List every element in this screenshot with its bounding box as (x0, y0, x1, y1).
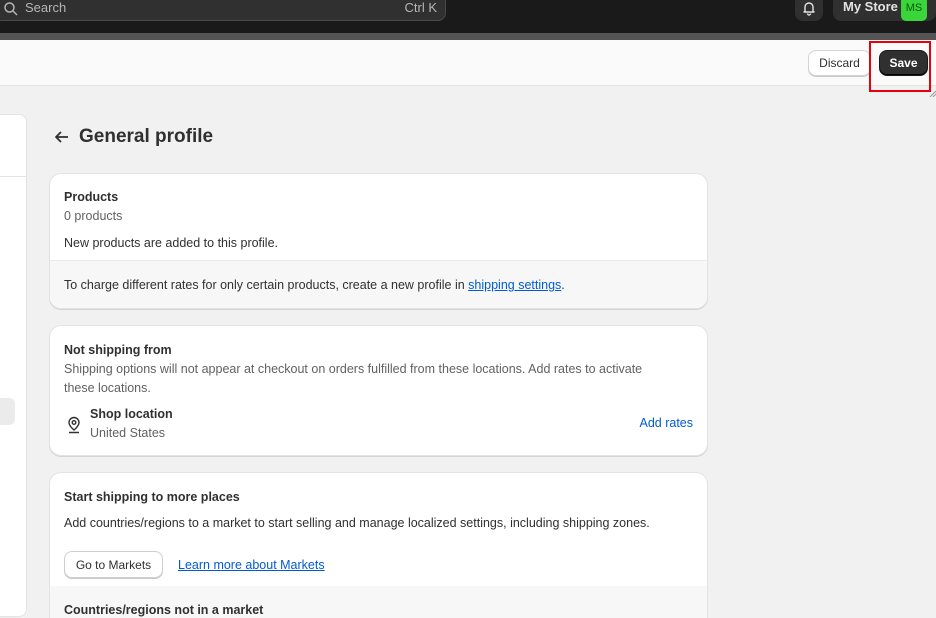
products-footer-prefix: To charge different rates for only certa… (64, 278, 469, 292)
markets-card: Start shipping to more places Add countr… (49, 472, 708, 618)
products-heading: Products (64, 190, 119, 204)
avatar: MS (901, 0, 927, 21)
products-card-footer: To charge different rates for only certa… (50, 260, 707, 308)
store-name: My Store (843, 0, 898, 14)
products-footer-suffix: . (561, 278, 565, 292)
not-shipping-from-card: Not shipping from Shipping options will … (49, 325, 708, 456)
not-shipping-description-2: these locations. (64, 381, 151, 395)
search-shortcut: Ctrl K (404, 0, 438, 15)
header-strip (0, 33, 936, 40)
add-rates-link[interactable]: Add rates (639, 416, 693, 430)
discard-button[interactable]: Discard (808, 50, 871, 76)
search-icon (4, 2, 18, 16)
sidebar-divider (0, 176, 27, 177)
bell-icon (803, 2, 815, 16)
top-bar: Search Ctrl K My Store MS (0, 0, 936, 33)
sidebar-item-selected[interactable] (0, 398, 15, 425)
search-placeholder: Search (25, 0, 67, 15)
products-card: Products 0 products New products are add… (49, 173, 708, 309)
markets-description: Add countries/regions to a market to sta… (64, 516, 650, 530)
notifications-button[interactable] (795, 0, 823, 21)
countries-not-in-market-heading: Countries/regions not in a market (64, 603, 264, 617)
page-title: General profile (79, 126, 214, 147)
products-count: 0 products (64, 209, 123, 223)
products-note: New products are added to this profile. (64, 236, 279, 250)
learn-more-markets-link[interactable]: Learn more about Markets (178, 558, 325, 572)
contextual-save-bar: Discard Save (0, 40, 936, 86)
store-menu[interactable]: My Store MS (833, 0, 936, 21)
save-button-highlight (869, 41, 931, 92)
location-pin-icon (68, 416, 80, 434)
resize-handle-icon (929, 90, 936, 97)
shipping-settings-link[interactable]: shipping settings (468, 278, 561, 292)
arrow-left-icon[interactable] (53, 128, 71, 146)
settings-sidebar (0, 114, 27, 617)
products-footer-text: To charge different rates for only certa… (64, 278, 565, 292)
markets-heading: Start shipping to more places (64, 490, 240, 504)
not-shipping-heading: Not shipping from (64, 343, 172, 357)
not-shipping-description-1: Shipping options will not appear at chec… (64, 362, 643, 376)
location-country: United States (90, 426, 166, 440)
go-to-markets-button[interactable]: Go to Markets (64, 551, 163, 578)
search-bar[interactable]: Search Ctrl K (0, 0, 446, 21)
markets-card-footer: Countries/regions not in a market (50, 586, 707, 618)
location-name: Shop location (90, 407, 173, 421)
